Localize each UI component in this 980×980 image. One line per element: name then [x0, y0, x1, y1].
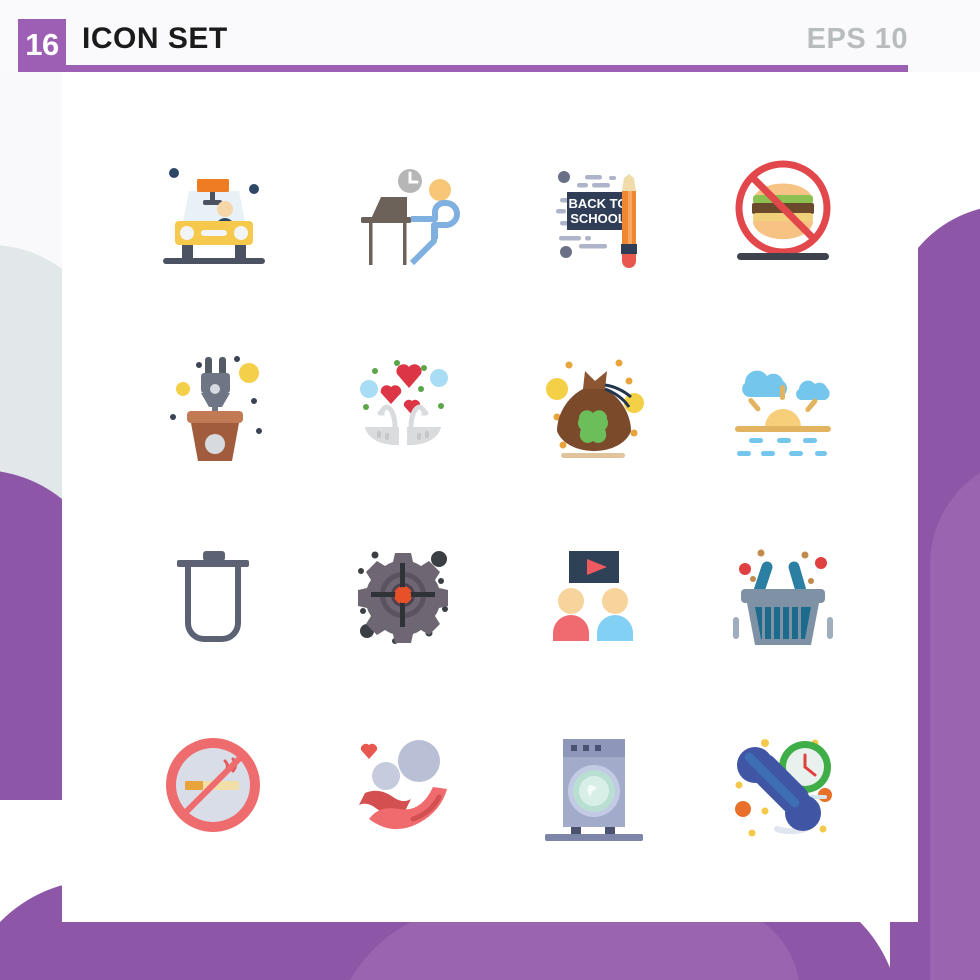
- header-divider: [18, 65, 908, 72]
- icon-cell-back-to-school[interactable]: BACK TO SCHOOL: [498, 120, 688, 310]
- icon-cell-washing-machine[interactable]: [498, 690, 688, 880]
- shopping-basket-icon: [733, 549, 833, 645]
- clover-money-sack-icon: [546, 359, 644, 458]
- icon-cell-clover-money-sack[interactable]: [498, 310, 688, 500]
- green-energy-plug-icon: [170, 356, 262, 461]
- no-smoking-icon: [166, 738, 260, 832]
- back-to-school-icon: BACK TO SCHOOL: [556, 171, 637, 268]
- icon-cell-sunset-sea[interactable]: [688, 310, 878, 500]
- svg-text:SCHOOL: SCHOOL: [570, 211, 626, 226]
- gear-target-icon: [358, 551, 448, 644]
- icon-grid: BACK TO SCHOOL: [118, 120, 878, 880]
- eps-version-label: EPS 10: [806, 23, 908, 55]
- icon-cell-love-swans[interactable]: [308, 310, 498, 500]
- icon-cell-call-time[interactable]: [688, 690, 878, 880]
- icon-cell-shopping-basket[interactable]: [688, 500, 878, 690]
- icon-cell-taxi[interactable]: [118, 120, 308, 310]
- icon-cell-no-smoking[interactable]: [118, 690, 308, 880]
- love-swans-icon: [360, 360, 448, 446]
- icon-cell-no-junk-food[interactable]: [688, 120, 878, 310]
- icon-cell-caring-hands-heart[interactable]: [308, 690, 498, 880]
- call-time-icon: [735, 739, 832, 837]
- working-at-desk-icon: [361, 169, 460, 266]
- sheet-header: 16 ICON SET EPS 10: [0, 0, 980, 72]
- trash-bin-icon: [177, 551, 249, 642]
- icon-cell-green-energy-plug[interactable]: [118, 310, 308, 500]
- caring-hands-heart-icon: [359, 740, 447, 830]
- icon-cell-gear-target[interactable]: [308, 500, 498, 690]
- icon-count-badge: 16: [18, 19, 66, 71]
- backdrop-blob-purple-right-light: [930, 455, 980, 980]
- video-audience-icon: [553, 551, 633, 641]
- taxi-cab-icon: [163, 168, 265, 264]
- icon-cell-trash-bin[interactable]: [118, 500, 308, 690]
- page-title: ICON SET: [82, 22, 228, 55]
- icon-cell-video-audience[interactable]: [498, 500, 688, 690]
- sunset-sea-icon: [735, 370, 831, 456]
- washing-machine-icon: [545, 739, 643, 841]
- svg-text:BACK TO: BACK TO: [569, 196, 628, 211]
- icon-cell-working-at-desk[interactable]: [308, 120, 498, 310]
- no-junk-food-icon: [735, 160, 831, 260]
